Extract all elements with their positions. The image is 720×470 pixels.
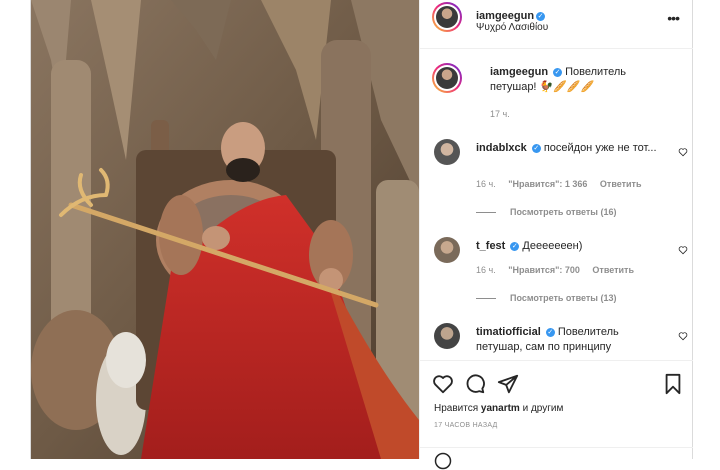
comment-text-block: indablxck ✓ посейдон уже не тот... (476, 141, 658, 156)
add-comment-area[interactable] (420, 447, 693, 470)
author-avatar[interactable] (432, 2, 462, 32)
comment-time: 16 ч. (476, 179, 496, 189)
likes-prefix: Нравится (434, 403, 479, 414)
caption-avatar[interactable] (432, 63, 462, 93)
verified-badge-icon: ✓ (510, 242, 520, 251)
comment-username[interactable]: t_fest (476, 240, 505, 252)
commenter-avatar[interactable] (434, 237, 460, 263)
likes-summary[interactable]: Нравится yanartm и другим (434, 403, 563, 414)
post-location[interactable]: Ψυχρό Λασιθίου (476, 22, 548, 33)
comment-username[interactable]: indablxck (476, 142, 527, 154)
view-replies-label: Посмотреть ответы (13) (510, 293, 617, 303)
comment-meta: 16 ч. "Нравится": 1 366 Ответить (476, 179, 652, 189)
verified-badge-icon: ✓ (545, 328, 555, 337)
likes-suffix[interactable]: и другим (523, 403, 564, 414)
instagram-post: iamgeegun ✓ Ψυχρό Λασιθίου ••• iamgeegun ✓… (30, 0, 693, 470)
view-replies-label: Посмотреть ответы (16) (510, 207, 617, 217)
share-icon[interactable] (497, 373, 519, 395)
comment-text: посейдон уже не тот... (543, 142, 657, 154)
more-options-icon[interactable]: ••• (667, 10, 680, 26)
reply-button[interactable]: Ответить (600, 179, 642, 189)
post-header: iamgeegun ✓ Ψυχρό Λασιθίου ••• (420, 0, 693, 49)
verified-badge-icon: ✓ (531, 144, 541, 153)
comment-likes[interactable]: "Нравится": 1 366 (508, 179, 587, 189)
comment-time: 16 ч. (476, 265, 496, 275)
like-comment-heart-icon[interactable] (678, 245, 688, 255)
heart-icon[interactable] (432, 373, 454, 395)
comment-text-block: t_fest ✓ Дееееееен) (476, 239, 658, 254)
comment-meta: 16 ч. "Нравится": 700 Ответить (476, 265, 644, 275)
emoji-icon[interactable] (434, 452, 452, 470)
view-replies-button[interactable]: Посмотреть ответы (13) (476, 293, 616, 303)
caption-username[interactable]: iamgeegun (490, 66, 548, 78)
replies-divider (476, 212, 496, 214)
post-photo-image (31, 0, 419, 459)
commenter-avatar[interactable] (434, 323, 460, 349)
bookmark-icon[interactable] (662, 373, 684, 395)
author-username[interactable]: iamgeegun (476, 10, 534, 22)
like-comment-heart-icon[interactable] (678, 147, 688, 157)
comment-text-block: timatiofficial ✓ Повелитель петушар, сам … (476, 325, 658, 355)
commenter-avatar[interactable] (434, 139, 460, 165)
replies-divider (476, 298, 496, 300)
likes-user[interactable]: yanartm (481, 403, 520, 414)
comments-list[interactable]: iamgeegun ✓ Повелитель петушар! 🐓🥖🥖🥖 17 ч… (420, 49, 693, 360)
caption-time: 17 ч. (490, 109, 510, 119)
like-comment-heart-icon[interactable] (678, 331, 688, 341)
post-photo[interactable] (31, 0, 419, 459)
comment-likes[interactable]: "Нравится": 700 (508, 265, 580, 275)
post-sidebar: iamgeegun ✓ Ψυχρό Λασιθίου ••• iamgeegun ✓… (419, 0, 693, 470)
comment-icon[interactable] (464, 373, 486, 395)
reply-button[interactable]: Ответить (592, 265, 634, 275)
post-timestamp[interactable]: 17 ЧАСОВ НАЗАД (434, 422, 498, 429)
comment-username[interactable]: timatiofficial (476, 326, 541, 338)
verified-badge-icon: ✓ (536, 12, 546, 21)
caption-text-block: iamgeegun ✓ Повелитель петушар! 🐓🥖🥖🥖 (490, 65, 670, 95)
comment-text: Дееееееен) (522, 240, 583, 252)
verified-badge-icon: ✓ (553, 68, 563, 77)
post-actions: Нравится yanartm и другим 17 ЧАСОВ НАЗАД (420, 360, 693, 470)
view-replies-button[interactable]: Посмотреть ответы (16) (476, 207, 616, 217)
